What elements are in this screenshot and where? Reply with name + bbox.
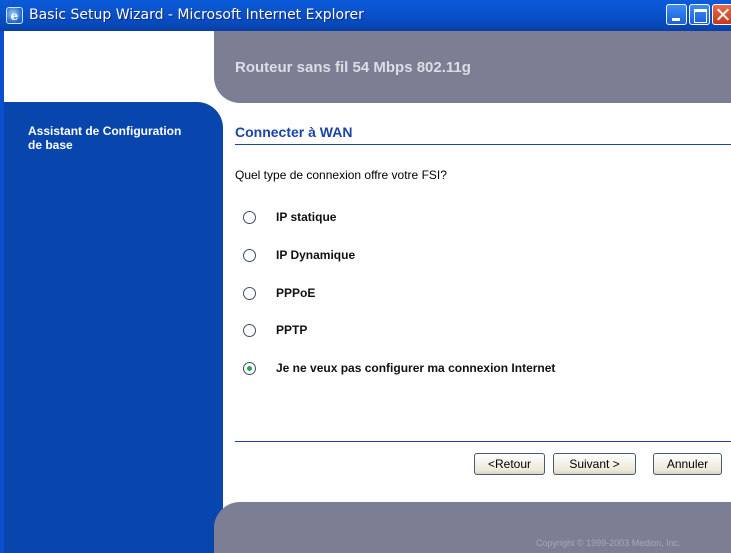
maximize-icon[interactable]: [689, 4, 710, 25]
option-ip-dynamique[interactable]: IP Dynamique: [243, 246, 723, 264]
cancel-button[interactable]: Annuler: [653, 453, 722, 475]
minimize-icon[interactable]: [666, 4, 687, 25]
internet-explorer-icon: e: [6, 7, 23, 24]
divider: [235, 144, 731, 145]
radio-no-config[interactable]: [243, 361, 256, 375]
option-ip-statique[interactable]: IP statique: [243, 208, 723, 226]
option-no-config[interactable]: Je ne veux pas configurer ma connexion I…: [243, 359, 723, 377]
radio-pptp[interactable]: [243, 323, 256, 337]
option-label: IP statique: [276, 210, 337, 224]
option-label: PPTP: [276, 323, 308, 337]
close-icon[interactable]: [712, 4, 731, 25]
section-title: Connecter à WAN: [235, 124, 353, 140]
option-label: IP Dynamique: [276, 248, 356, 262]
back-button[interactable]: <Retour: [474, 453, 545, 475]
window-title: Basic Setup Wizard - Microsoft Internet …: [29, 7, 364, 23]
radio-ip-dynamique[interactable]: [243, 248, 256, 262]
window-titlebar[interactable]: e Basic Setup Wizard - Microsoft Interne…: [0, 0, 731, 31]
page-header-title: Routeur sans fil 54 Mbps 802.11g: [235, 59, 471, 76]
option-pppoe[interactable]: PPPoE: [243, 284, 723, 302]
radio-pppoe[interactable]: [243, 286, 256, 300]
divider: [235, 441, 731, 442]
next-button[interactable]: Suivant >: [553, 453, 636, 475]
question-text: Quel type de connexion offre votre FSI?: [235, 168, 447, 182]
radio-ip-statique[interactable]: [243, 210, 256, 224]
option-label: Je ne veux pas configurer ma connexion I…: [276, 361, 556, 375]
copyright-text: Copyright © 1999-2003 Medion, Inc.: [536, 538, 681, 548]
sidebar: [4, 102, 223, 553]
sidebar-wizard-label: Assistant de Configuration de base: [28, 124, 182, 152]
option-pptp[interactable]: PPTP: [243, 321, 723, 339]
option-label: PPPoE: [276, 286, 316, 300]
